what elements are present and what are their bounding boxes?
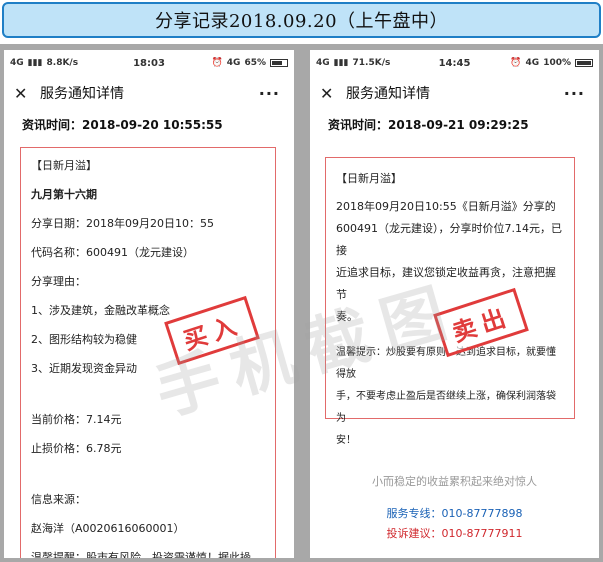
status-bar: 4G ▮▮▮ 8.8K/s 18:03 ⏰ 4G 65% [4, 50, 294, 76]
card-line: 赵海洋（A0020616060001） [31, 522, 185, 535]
service-hotline: 服务专线：010-87777898 [386, 507, 523, 520]
info-time: 资讯时间：2018-09-20 10:55:55 [22, 118, 223, 132]
card-line: 2018年09月20日10:55《日新月溢》分享的 [336, 200, 556, 213]
battery-icon [270, 59, 288, 67]
info-time: 资讯时间：2018-09-21 09:29:25 [328, 118, 529, 132]
speed-label: 8.8K/s [46, 58, 79, 68]
card-line: 安！ [336, 435, 356, 446]
nav-title: 服务通知详情 [40, 86, 124, 102]
more-icon[interactable]: ··· [564, 84, 585, 103]
status-time: 18:03 [133, 57, 165, 69]
card-line: 手，不要考虑止盈后是否继续上涨，确保利润落袋为 [336, 391, 556, 424]
nav-bar: ✕ 服务通知详情 ··· [310, 76, 599, 110]
status-bar: 4G ▮▮▮ 71.5K/s 14:45 ⏰ 4G 100% [310, 50, 599, 76]
alarm-icon: ⏰ [211, 58, 223, 68]
battery-percent: 65% [244, 58, 266, 68]
phone-screenshot-left: 4G ▮▮▮ 8.8K/s 18:03 ⏰ 4G 65% ✕ 服务通知详情 ··… [4, 50, 294, 558]
card-line: 九月第十六期 [31, 188, 97, 201]
close-icon[interactable]: ✕ [14, 84, 32, 103]
phone-screenshot-right: 4G ▮▮▮ 71.5K/s 14:45 ⏰ 4G 100% ✕ 服务通知详情 … [310, 50, 599, 558]
card-line: 近追求目标，建议您锁定收益再贪，注意把握节 [336, 266, 556, 301]
status-time: 14:45 [438, 57, 471, 69]
banner: 分享记录2018.09.20（上午盘中） [0, 0, 603, 42]
signal-icon: ▮▮▮ [333, 58, 349, 68]
message-card: 【日新月溢】 2018年09月20日10:55《日新月溢》分享的 600491（… [325, 157, 575, 446]
alarm-icon: ⏰ [510, 58, 522, 68]
close-icon[interactable]: ✕ [320, 84, 338, 103]
card-line: 信息来源： [31, 493, 86, 506]
card-line: 3、近期发现资金异动 [31, 362, 137, 375]
nav-bar: ✕ 服务通知详情 ··· [4, 76, 294, 110]
card-line: 【日新月溢】 [336, 172, 402, 185]
battery-percent: 100% [543, 58, 571, 68]
card-line: 当前价格：7.14元 [31, 413, 122, 426]
message-card: 【日新月溢】 九月第十六期 分享日期：2018年09月20日10：55 代码名称… [20, 147, 276, 558]
card-line: 止损价格：6.78元 [31, 442, 122, 455]
complaint-hotline: 投诉建议：010-87777911 [386, 527, 523, 540]
card-line: 【日新月溢】 [31, 159, 97, 172]
card-line: 600491（龙元建设），分享时价位7.14元，已接 [336, 222, 562, 257]
signal-icon: ▮▮▮ [27, 58, 43, 68]
signal-label: 4G [226, 58, 241, 68]
card-line: 分享理由： [31, 275, 86, 288]
network-label: 4G [10, 58, 24, 68]
network-label: 4G [316, 58, 330, 68]
card-line: 温馨提醒：股市有风险，投资需谨慎！据此操 [31, 551, 251, 558]
nav-title: 服务通知详情 [346, 86, 430, 102]
card-line: 代码名称：600491（龙元建设） [31, 246, 194, 259]
more-icon[interactable]: ··· [259, 84, 280, 103]
banner-title: 分享记录2018.09.20（上午盘中） [154, 11, 449, 32]
signal-label: 4G [525, 58, 540, 68]
banner-box: 分享记录2018.09.20（上午盘中） [2, 2, 601, 38]
card-line: 分享日期：2018年09月20日10：55 [31, 217, 214, 230]
speed-label: 71.5K/s [352, 58, 391, 68]
slogan-text: 小而稳定的收益累积起来绝对惊人 [372, 475, 537, 488]
battery-icon [575, 59, 593, 67]
